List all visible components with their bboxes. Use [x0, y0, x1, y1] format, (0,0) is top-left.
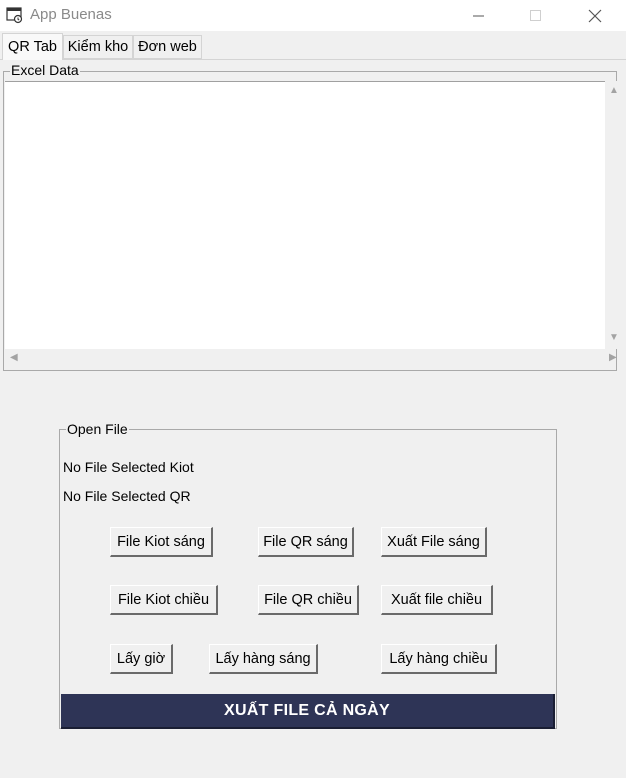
lay-hang-chieu-button[interactable]: Lấy hàng chiều	[381, 644, 497, 674]
status-kiot: No File Selected Kiot	[63, 459, 194, 475]
open-file-legend: Open File	[66, 421, 129, 437]
lay-gio-button[interactable]: Lấy giờ	[110, 644, 173, 674]
scroll-down-icon[interactable]: ▼	[609, 333, 619, 343]
scroll-right-icon[interactable]: ▶	[609, 353, 617, 363]
status-qr: No File Selected QR	[63, 488, 191, 504]
minimize-button[interactable]	[456, 0, 502, 31]
tab-qr[interactable]: QR Tab	[2, 33, 63, 60]
close-button[interactable]	[572, 0, 618, 31]
file-qr-chieu-button[interactable]: File QR chiều	[258, 585, 359, 615]
excel-data-legend: Excel Data	[10, 62, 80, 78]
horizontal-scrollbar[interactable]: ◀ ▶	[5, 349, 617, 366]
excel-data-area[interactable]	[5, 81, 605, 350]
app-icon	[6, 6, 24, 24]
close-icon	[588, 9, 602, 22]
lay-hang-sang-button[interactable]: Lấy hàng sáng	[209, 644, 318, 674]
tab-kiem-kho[interactable]: Kiểm kho	[63, 35, 133, 59]
tab-don-web[interactable]: Đơn web	[133, 35, 202, 59]
minimize-icon	[473, 15, 484, 16]
file-kiot-sang-button[interactable]: File Kiot sáng	[110, 527, 213, 557]
scroll-up-icon[interactable]: ▲	[609, 86, 619, 96]
xuat-file-chieu-button[interactable]: Xuất file chiều	[381, 585, 493, 615]
xuat-file-sang-button[interactable]: Xuất File sáng	[381, 527, 487, 557]
window-title: App Buenas	[30, 6, 112, 23]
vertical-scrollbar[interactable]: ▲ ▼	[605, 81, 622, 349]
maximize-button[interactable]	[513, 0, 559, 31]
xuat-file-ca-ngay-button[interactable]: XUẤT FILE CẢ NGÀY	[61, 694, 555, 729]
tab-divider	[0, 59, 626, 60]
file-kiot-chieu-button[interactable]: File Kiot chiều	[110, 585, 218, 615]
maximize-icon	[530, 9, 541, 21]
scroll-left-icon[interactable]: ◀	[10, 353, 18, 363]
file-qr-sang-button[interactable]: File QR sáng	[258, 527, 354, 557]
